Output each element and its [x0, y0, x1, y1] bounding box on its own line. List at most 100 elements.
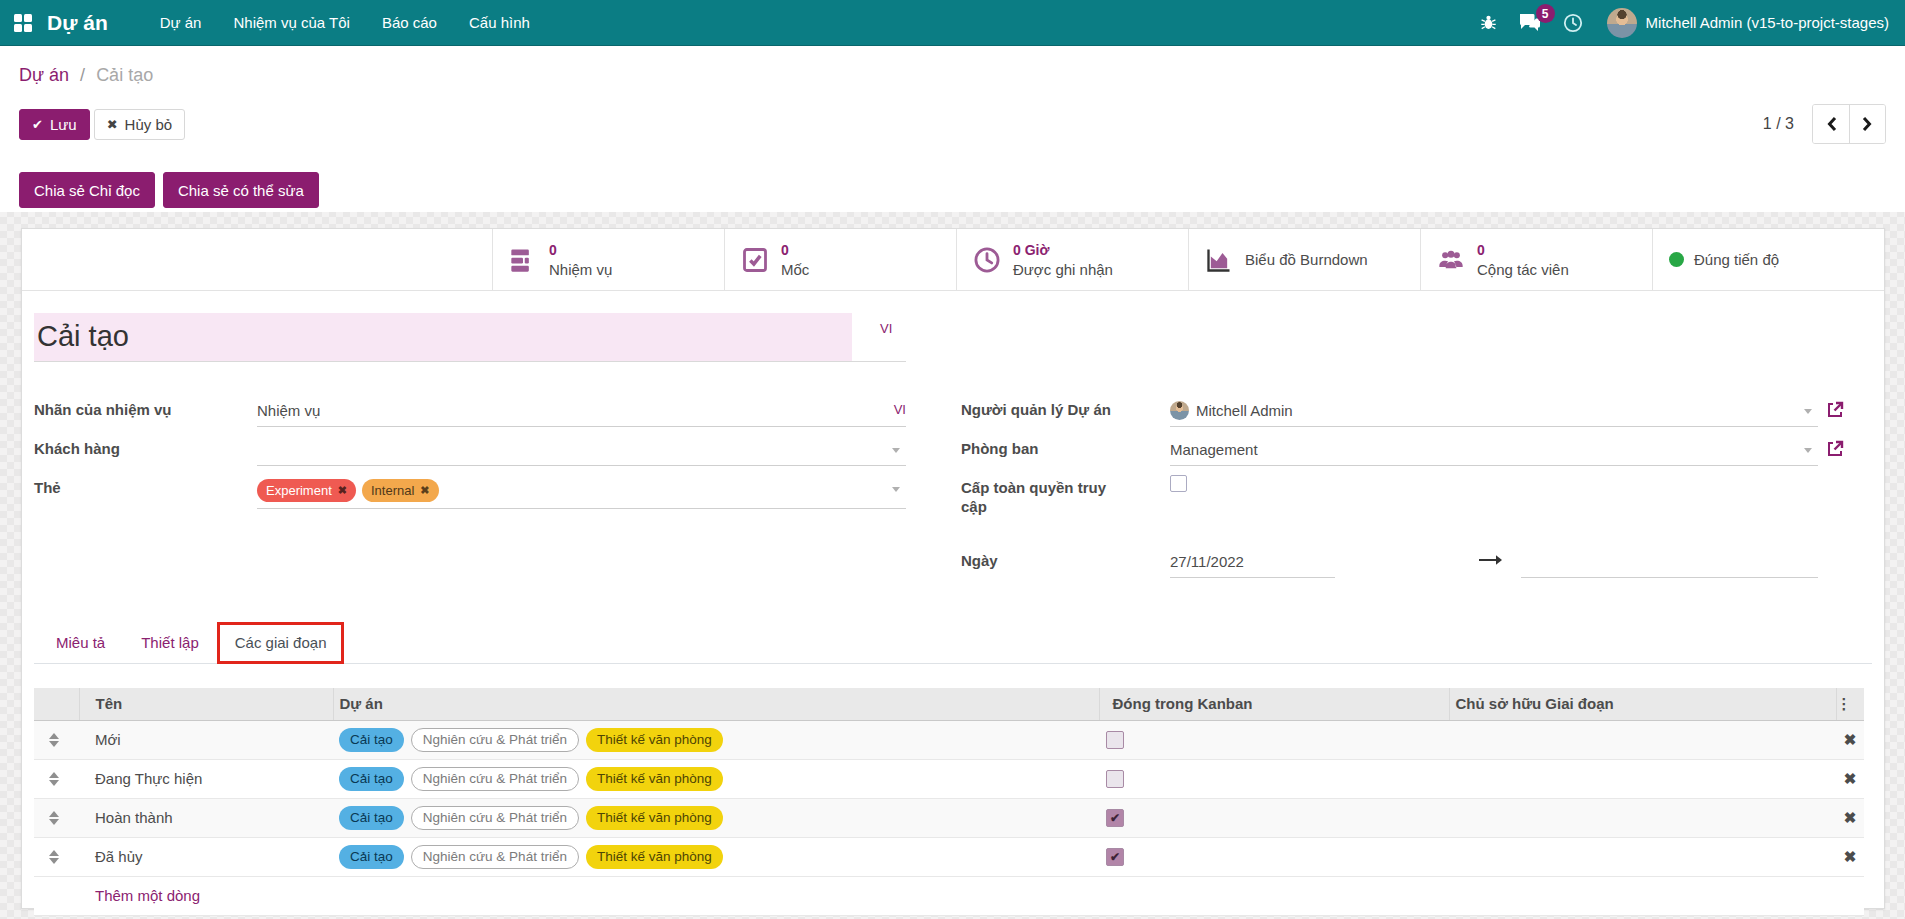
stat-button-hours[interactable]: 0 GiờĐược ghi nhận — [956, 229, 1188, 290]
tab-stages[interactable]: Các giai đoạn — [217, 622, 345, 663]
pager-next-button[interactable] — [1849, 105, 1885, 143]
messages-icon[interactable]: 5 — [1519, 13, 1541, 32]
add-a-line-link[interactable]: Thêm một dòng — [95, 887, 200, 904]
remove-tag-icon[interactable]: ✖ — [338, 484, 347, 497]
user-avatar[interactable] — [1607, 8, 1637, 38]
project-tag[interactable]: Cải tạo — [339, 767, 404, 791]
stages-table: Tên Dự án Đóng trong Kanban Chủ sở hữu G… — [34, 688, 1864, 916]
tag-internal[interactable]: Internal✖ — [362, 479, 439, 502]
remove-tag-icon[interactable]: ✖ — [420, 484, 429, 497]
tasks-icon — [509, 246, 537, 274]
project-tag[interactable]: Cải tạo — [339, 845, 404, 869]
navbar: Dự án Dự án Nhiệm vụ của Tôi Báo cáo Cấu… — [0, 0, 1905, 46]
task-label-input[interactable]: Nhiệm vụ VI — [257, 395, 906, 427]
column-header-name[interactable]: Tên — [79, 688, 333, 720]
stage-name-cell[interactable]: Đã hủy — [79, 837, 333, 876]
field-customer: Khách hàng — [34, 434, 906, 466]
column-header-fold[interactable]: Đóng trong Kanban — [1099, 688, 1449, 720]
date-from-input[interactable]: 27/11/2022 — [1170, 546, 1335, 578]
clock-icon — [973, 246, 1001, 274]
apps-grid-icon[interactable] — [14, 14, 32, 32]
project-tag[interactable]: Nghiên cứu & Phát triển — [411, 845, 579, 869]
project-tag[interactable]: Cải tạo — [339, 728, 404, 752]
table-row: Hoàn thành Cải tạo Nghiên cứu & Phát tri… — [34, 798, 1864, 837]
field-date: Ngày 27/11/2022 — [961, 546, 1818, 578]
project-tag[interactable]: Cải tạo — [339, 806, 404, 830]
pager: 1 / 3 — [1763, 104, 1886, 144]
fold-checkbox[interactable] — [1106, 770, 1124, 788]
user-name[interactable]: Mitchell Admin (v15-to-projct-stages) — [1646, 14, 1889, 31]
activities-clock-icon[interactable] — [1563, 13, 1583, 33]
check-icon: ✔ — [32, 117, 43, 132]
table-row: Đang Thực hiện Cải tạo Nghiên cứu & Phát… — [34, 759, 1864, 798]
date-to-input[interactable] — [1521, 546, 1818, 578]
column-header-project[interactable]: Dự án — [333, 688, 1099, 720]
delete-row-icon[interactable]: ✖ — [1836, 720, 1864, 759]
drag-handle-icon[interactable] — [48, 850, 60, 864]
tab-description[interactable]: Miêu tả — [38, 622, 123, 663]
external-link-icon[interactable] — [1826, 401, 1844, 419]
owner-cell[interactable] — [1449, 798, 1836, 837]
handle-column-header — [34, 688, 79, 720]
delete-row-icon[interactable]: ✖ — [1836, 798, 1864, 837]
menu-reporting[interactable]: Báo cáo — [366, 0, 453, 46]
owner-cell[interactable] — [1449, 759, 1836, 798]
drag-handle-icon[interactable] — [48, 811, 60, 825]
column-options-icon[interactable]: ⋮ — [1836, 688, 1864, 720]
delete-row-icon[interactable]: ✖ — [1836, 837, 1864, 876]
full-access-checkbox[interactable] — [1170, 475, 1187, 492]
x-icon: ✖ — [107, 117, 118, 132]
project-tag[interactable]: Nghiên cứu & Phát triển — [411, 806, 579, 830]
stat-button-milestones[interactable]: 0Mốc — [724, 229, 956, 290]
project-tag[interactable]: Thiết kế văn phòng — [586, 845, 723, 869]
stat-button-status[interactable]: Đúng tiến độ — [1652, 229, 1884, 290]
translate-badge[interactable]: VI — [894, 402, 906, 417]
stat-button-tasks[interactable]: 0Nhiệm vụ — [492, 229, 724, 290]
project-name-input[interactable]: Cải tạo — [34, 313, 852, 361]
owner-cell[interactable] — [1449, 837, 1836, 876]
discard-button[interactable]: ✖ Hủy bỏ — [94, 109, 185, 140]
breadcrumb-parent[interactable]: Dự án — [19, 65, 69, 85]
drag-handle-icon[interactable] — [48, 772, 60, 786]
stat-button-collaborators[interactable]: 0Cộng tác viên — [1420, 229, 1652, 290]
fold-checkbox[interactable]: ✔ — [1106, 848, 1124, 866]
pager-previous-button[interactable] — [1813, 105, 1849, 143]
stage-name-cell[interactable]: Mới — [79, 720, 333, 759]
project-tag[interactable]: Thiết kế văn phòng — [586, 806, 723, 830]
save-button[interactable]: ✔ Lưu — [19, 109, 90, 140]
stat-button-burndown[interactable]: Biểu đồ Burndown — [1188, 229, 1420, 290]
fold-checkbox[interactable] — [1106, 731, 1124, 749]
sheet: 0Nhiệm vụ 0Mốc 0 GiờĐược ghi nhận Biểu đ… — [21, 228, 1885, 909]
debug-bug-icon[interactable] — [1480, 14, 1497, 31]
tag-experiment[interactable]: Experiment✖ — [257, 479, 356, 502]
tab-settings[interactable]: Thiết lập — [123, 622, 217, 663]
customer-input[interactable] — [257, 434, 906, 466]
app-brand[interactable]: Dự án — [47, 11, 108, 35]
project-tag[interactable]: Thiết kế văn phòng — [586, 767, 723, 791]
breadcrumb-current: Cải tạo — [96, 65, 153, 85]
delete-row-icon[interactable]: ✖ — [1836, 759, 1864, 798]
table-header-row: Tên Dự án Đóng trong Kanban Chủ sở hữu G… — [34, 688, 1864, 720]
fold-checkbox[interactable]: ✔ — [1106, 809, 1124, 827]
column-header-owner[interactable]: Chủ sở hữu Giai đoạn — [1449, 688, 1836, 720]
tags-input[interactable]: Experiment✖ Internal✖ — [257, 473, 906, 509]
menu-config[interactable]: Cấu hình — [453, 0, 546, 46]
drag-handle-icon[interactable] — [48, 733, 60, 747]
field-full-access: Cấp toàn quyền truy cập — [961, 473, 1818, 516]
project-manager-input[interactable]: Mitchell Admin — [1170, 395, 1818, 427]
project-tag[interactable]: Nghiên cứu & Phát triển — [411, 728, 579, 752]
share-editable-button[interactable]: Chia sẻ có thể sửa — [163, 172, 319, 208]
form-view: 0Nhiệm vụ 0Mốc 0 GiờĐược ghi nhận Biểu đ… — [0, 212, 1905, 909]
department-input[interactable]: Management — [1170, 434, 1818, 466]
share-readonly-button[interactable]: Chia sẻ Chỉ đọc — [19, 172, 155, 208]
stage-name-cell[interactable]: Hoàn thành — [79, 798, 333, 837]
translate-badge[interactable]: VI — [880, 321, 892, 336]
menu-projects[interactable]: Dự án — [144, 0, 218, 46]
milestones-icon — [741, 246, 769, 274]
stage-name-cell[interactable]: Đang Thực hiện — [79, 759, 333, 798]
owner-cell[interactable] — [1449, 720, 1836, 759]
project-tag[interactable]: Nghiên cứu & Phát triển — [411, 767, 579, 791]
external-link-icon[interactable] — [1826, 440, 1844, 458]
menu-my-tasks[interactable]: Nhiệm vụ của Tôi — [217, 0, 365, 46]
project-tag[interactable]: Thiết kế văn phòng — [586, 728, 723, 752]
